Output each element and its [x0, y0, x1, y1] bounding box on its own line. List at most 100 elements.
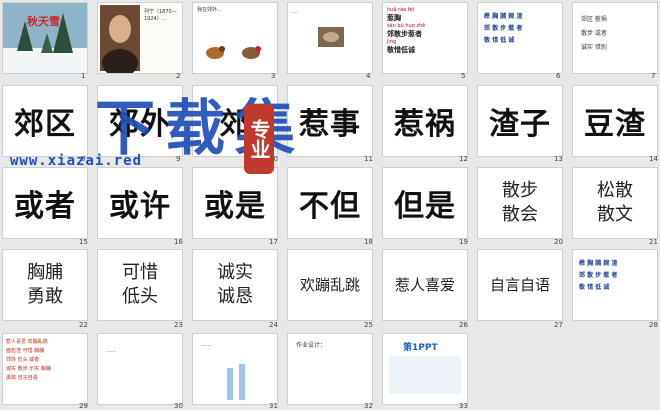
slide-thumb-28[interactable]: 榫 胸 脯 婉 渣 郊 散 步 惹 者 敬 惜 低 诚	[573, 250, 657, 320]
slide-thumb-16[interactable]: 或许	[98, 168, 182, 238]
slide-thumb-18[interactable]: 不但	[288, 168, 372, 238]
slide-thumb-12[interactable]: 惹祸	[383, 86, 467, 156]
slide-line: 松散	[597, 180, 633, 201]
slide-word: 豆渣	[584, 107, 646, 142]
bird-illustrations	[206, 46, 261, 59]
char-row: 榫 胸 脯 婉 渣	[579, 260, 618, 267]
slide-line: 散会	[502, 204, 538, 225]
slide-number: 7	[651, 72, 656, 80]
slide-number: 22	[79, 321, 88, 329]
slide-word: 欢蹦乱跳	[299, 276, 360, 294]
slide-words: 散步 散会	[478, 168, 562, 238]
chars-line: 惹胸	[387, 14, 401, 22]
slide-number: 5	[461, 72, 466, 80]
slide-number: 33	[459, 402, 468, 410]
slide-body-text: …	[292, 9, 297, 15]
slide-thumb-21[interactable]: 松散 散文	[573, 168, 657, 238]
slide-thumb-31[interactable]: ……	[193, 334, 277, 404]
slide-line: 低头	[122, 286, 158, 307]
slide-thumb-22[interactable]: 胸脯 勇敢	[3, 250, 87, 320]
word-row: 面包渣 可惜 胸脯	[6, 348, 45, 354]
tree-illustration	[227, 364, 245, 400]
slide-number: 27	[554, 321, 563, 329]
slide-number: 24	[269, 321, 278, 329]
slide-number: 31	[269, 402, 278, 410]
slide-thumb-17[interactable]: 或是	[193, 168, 277, 238]
slide-thumb-14[interactable]: 豆渣	[573, 86, 657, 156]
slide-word: 不但	[299, 189, 361, 224]
slide-thumb-27[interactable]: 自言自语	[478, 250, 562, 320]
slide-thumb-2[interactable]: 列宁（1870—1924）…	[98, 3, 182, 73]
slide-thumb-4[interactable]: …	[288, 3, 372, 73]
slide-title: 秋天雪	[27, 15, 60, 28]
word-row: 诚实 惜别	[581, 44, 607, 51]
slide-word: 惹祸	[394, 107, 456, 142]
watermark-url: www.xiazai.red	[10, 153, 143, 169]
slide-body-text: 列宁（1870—1924）…	[144, 9, 177, 22]
slide-number: 25	[364, 321, 373, 329]
slide-thumb-8[interactable]: 郊区	[3, 86, 87, 156]
slide-number: 19	[459, 238, 468, 246]
char-row: 郊 散 步 惹 者	[484, 25, 523, 32]
slide-word: 或许	[109, 189, 171, 224]
slide-words: 诚实 诚恳	[193, 250, 277, 320]
slide-line: 诚实	[217, 262, 253, 283]
slide-thumb-3[interactable]: 我在郊外…	[193, 3, 277, 73]
slide-number: 1	[81, 72, 86, 80]
slide-number: 15	[79, 238, 88, 246]
slide-number: 3	[271, 72, 276, 80]
chars-line: 郊散步惹者	[387, 30, 422, 38]
slide-thumb-13[interactable]: 渣子	[478, 86, 562, 156]
slide-thumb-20[interactable]: 散步 散会	[478, 168, 562, 238]
slide-thumb-15[interactable]: 或者	[3, 168, 87, 238]
pinyin-block: huā ráo fèi 惹胸 sàn bù huò zhě 郊散步惹者 jìng…	[387, 7, 463, 55]
slide-line: 可惜	[122, 262, 158, 283]
slide-number: 12	[459, 155, 468, 163]
word-rows: 郊区 惹祸 散步 或者 诚实 惜别	[581, 13, 607, 55]
brand-logo: 第1PPT	[403, 343, 438, 353]
slide-word: 或者	[14, 189, 76, 224]
slide-thumb-6[interactable]: 榫 胸 脯 婉 渣 郊 散 步 惹 者 敬 惜 低 诚	[478, 3, 562, 73]
char-rows: 榫 胸 脯 婉 渣 郊 散 步 惹 者 敬 惜 低 诚	[579, 258, 617, 294]
slide-thumb-23[interactable]: 可惜 低头	[98, 250, 182, 320]
slide-thumb-25[interactable]: 欢蹦乱跳	[288, 250, 372, 320]
slide-number: 28	[649, 321, 658, 329]
slide-thumb-30[interactable]: ……	[98, 334, 182, 404]
slide-word: 郊区	[14, 107, 76, 142]
slide-number: 2	[176, 72, 181, 80]
slide-word: 惹人喜爱	[394, 276, 455, 294]
word-row: 郊区 惹祸	[581, 16, 607, 23]
slide-number: 26	[459, 321, 468, 329]
slide-thumb-7[interactable]: 郊区 惹祸 散步 或者 诚实 惜别	[573, 3, 657, 73]
char-row: 敬 惜 低 诚	[484, 37, 515, 44]
slide-thumb-29[interactable]: 惹人喜爱 欢蹦乱跳 面包渣 可惜 胸脯 郊外 低头 或者 诚实 散步 示实 胸脯…	[3, 334, 87, 404]
slide-number: 16	[174, 238, 183, 246]
slide-thumb-24[interactable]: 诚实 诚恳	[193, 250, 277, 320]
slide-number: 11	[364, 155, 373, 163]
word-rows: 惹人喜爱 欢蹦乱跳 面包渣 可惜 胸脯 郊外 低头 或者 诚实 散步 示实 胸脯…	[6, 338, 51, 383]
slide-number: 23	[174, 321, 183, 329]
slide-number: 18	[364, 238, 373, 246]
word-row: 诚实 散步 示实 胸脯	[6, 366, 51, 372]
slide-number: 13	[554, 155, 563, 163]
slide-words: 松散 散文	[573, 168, 657, 238]
char-row: 郊 散 步 惹 者	[579, 272, 618, 279]
slide-words: 胸脯 勇敢	[3, 250, 87, 320]
word-row: 郊外 低头 或者	[6, 357, 40, 363]
slide-number: 17	[269, 238, 278, 246]
word-row: 惹人喜爱 欢蹦乱跳	[6, 339, 48, 345]
slide-thumb-32[interactable]: 作业设计：	[288, 334, 372, 404]
slide-number: 14	[649, 155, 658, 163]
word-row: 勇敢 自言自语	[6, 375, 38, 381]
char-row: 榫 胸 脯 婉 渣	[484, 13, 523, 20]
slide-word: 但是	[394, 189, 456, 224]
slide-body-text: 作业设计：	[296, 342, 327, 349]
slide-thumb-1[interactable]: 秋天雪	[3, 3, 87, 73]
slide-thumb-33[interactable]: 第1PPT	[383, 334, 467, 404]
slide-number: 21	[649, 238, 658, 246]
char-row: 敬 惜 低 诚	[579, 284, 610, 291]
slide-number: 4	[366, 72, 371, 80]
slide-thumb-26[interactable]: 惹人喜爱	[383, 250, 467, 320]
slide-thumb-5[interactable]: huā ráo fèi 惹胸 sàn bù huò zhě 郊散步惹者 jìng…	[383, 3, 467, 73]
slide-thumb-19[interactable]: 但是	[383, 168, 467, 238]
